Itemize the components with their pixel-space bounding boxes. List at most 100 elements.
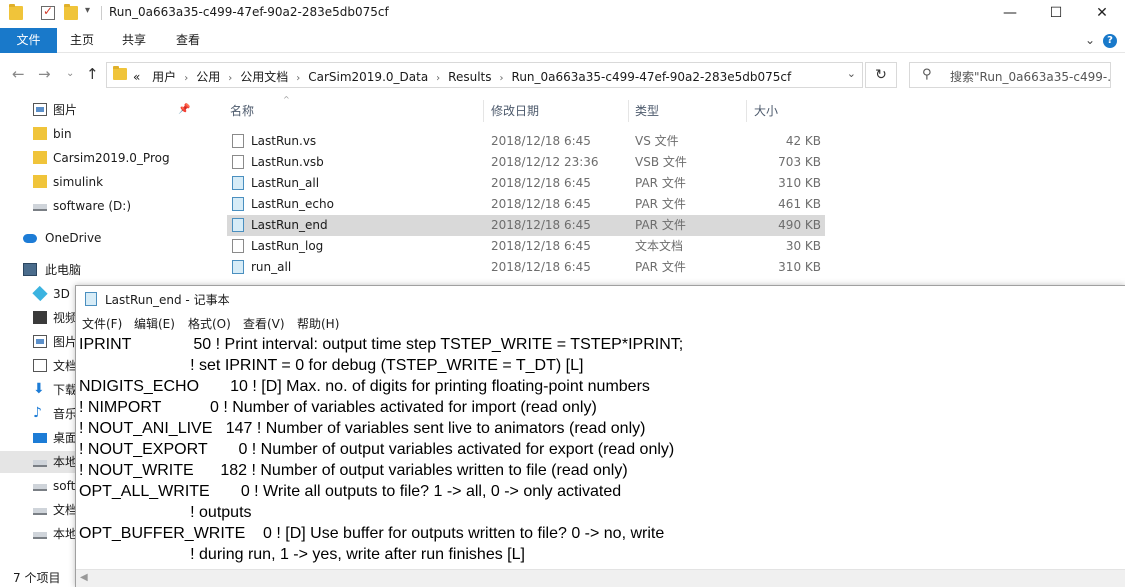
picture-icon [33,103,47,116]
table-row[interactable]: LastRun.vsb 2018/12/12 23:36 VSB 文件 703 … [227,152,825,173]
search-icon: ⚲ [922,67,932,82]
chevron-right-icon[interactable]: › [228,73,232,84]
search-placeholder: 搜索"Run_0a663a35-c499-... [950,70,1110,84]
close-button[interactable]: ✕ [1079,0,1125,28]
breadcrumb-item[interactable]: CarSim2019.0_Data [308,70,428,84]
text-line: ! outputs [79,504,252,521]
search-input[interactable]: ⚲ 搜索"Run_0a663a35-c499-... [909,62,1111,88]
drive-icon [33,532,47,539]
file-size: 310 KB [778,176,821,190]
text-line: ! NOUT_WRITE 182 ! Number of output vari… [79,462,628,479]
tab-home[interactable]: 主页 [58,28,106,53]
notepad-titlebar[interactable]: LastRun_end - 记事本 [76,286,1125,312]
notepad-window[interactable]: LastRun_end - 记事本 文件(F) 编辑(E) 格式(O) 查看(V… [75,285,1125,587]
desktop-icon [33,433,47,443]
text-line: OPT_ALL_WRITE 0 ! Write all outputs to f… [79,483,622,500]
pin-icon[interactable]: 📌 [178,99,190,121]
address-bar[interactable]: « 用户 › 公用 › 公用文档 › CarSim2019.0_Data › Results › R… [106,62,863,88]
column-header-type[interactable]: 类型 [635,100,659,122]
file-type: PAR 文件 [635,197,686,211]
breadcrumb-item[interactable]: Run_0a663a35-c499-47ef-90a2-283e5db075cf [512,70,792,84]
table-row[interactable]: LastRun_log 2018/12/18 6:45 文本文档 30 KB [227,236,825,257]
refresh-button[interactable]: ↻ [865,62,897,88]
properties-icon[interactable] [41,4,55,20]
horizontal-scrollbar[interactable]: ◀ [76,569,1125,587]
table-row[interactable]: run_all 2018/12/18 6:45 PAR 文件 310 KB [227,257,825,278]
table-row[interactable]: LastRun_all 2018/12/18 6:45 PAR 文件 310 K… [227,173,825,194]
nav-item-pictures[interactable]: 图片 📌 [0,99,210,121]
nav-item-bin[interactable]: bin [0,123,210,145]
table-row[interactable]: LastRun_echo 2018/12/18 6:45 PAR 文件 461 … [227,194,825,215]
table-row-selected[interactable]: LastRun_end 2018/12/18 6:45 PAR 文件 490 K… [227,215,825,236]
menu-help[interactable]: 帮助(H) [297,315,339,332]
file-date: 2018/12/18 6:45 [491,197,591,211]
sort-indicator-icon: ^ [283,95,290,104]
folder-icon[interactable] [9,4,23,20]
drive-icon [33,460,47,467]
chevron-right-icon[interactable]: › [436,73,440,84]
breadcrumb-item[interactable]: 公用 [196,70,220,84]
chevron-right-icon[interactable]: › [500,73,504,84]
music-icon: ♪ [33,405,42,421]
file-date: 2018/12/18 6:45 [491,260,591,274]
text-line: ! NIMPORT 0 ! Number of variables activa… [79,399,597,416]
up-icon[interactable]: ↑ [86,65,99,83]
quick-access-dropdown-icon[interactable]: ▾ [85,5,90,16]
menu-format[interactable]: 格式(O) [188,315,231,332]
nav-item-label: 文档 [53,503,78,517]
new-folder-icon[interactable] [64,4,78,20]
nav-item-label: OneDrive [45,231,102,245]
scroll-left-icon[interactable]: ◀ [80,572,88,583]
breadcrumb-item[interactable]: 公用文档 [240,70,288,84]
tab-share[interactable]: 共享 [110,28,158,53]
file-name: LastRun_echo [251,197,334,211]
tab-file[interactable]: 文件 [0,28,57,53]
notepad-text-area[interactable]: IPRINT 50 ! Print interval: output time … [76,334,1125,569]
drive-icon [33,204,47,211]
chevron-right-icon[interactable]: › [296,73,300,84]
address-dropdown-icon[interactable]: ⌄ [847,67,856,80]
text-line: ! NOUT_EXPORT 0 ! Number of output varia… [79,441,675,458]
nav-item-label: 此电脑 [45,263,82,277]
file-name: run_all [251,260,292,274]
breadcrumb-item[interactable]: 用户 [152,70,176,84]
file-icon [232,134,244,148]
chevron-right-icon[interactable]: › [184,73,188,84]
menu-edit[interactable]: 编辑(E) [134,315,175,332]
notepad-icon [85,292,97,306]
help-icon[interactable]: ? [1103,34,1117,48]
nav-item-simulink[interactable]: simulink [0,171,210,193]
forward-icon[interactable]: → [38,65,51,83]
breadcrumb-overflow[interactable]: « [133,70,140,84]
breadcrumb-item[interactable]: Results [448,70,491,84]
file-date: 2018/12/12 23:36 [491,155,599,169]
nav-item-software-d[interactable]: software (D:) [0,195,210,217]
minimize-button[interactable]: — [987,0,1033,28]
text-line: ! NOUT_ANI_LIVE 147 ! Number of variable… [79,420,646,437]
menu-file[interactable]: 文件(F) [82,315,122,332]
file-size: 30 KB [785,239,821,253]
column-divider[interactable] [483,100,484,122]
column-header-date[interactable]: 修改日期 [491,100,539,122]
notepad-file-icon [232,176,244,190]
menu-view[interactable]: 查看(V) [243,315,285,332]
tab-view[interactable]: 查看 [164,28,212,53]
file-type: 文本文档 [635,239,684,253]
expand-ribbon-icon[interactable]: ⌄ [1085,33,1095,47]
nav-item-carsim-prog[interactable]: Carsim2019.0_Prog [0,147,210,169]
back-icon[interactable]: ← [12,65,25,83]
text-line: NDIGITS_ECHO 10 ! [D] Max. no. of digits… [79,378,650,395]
text-line: ! during run, 1 -> yes, write after run … [79,546,525,563]
column-divider[interactable] [628,100,629,122]
nav-item-onedrive[interactable]: OneDrive [0,227,210,249]
table-row[interactable]: LastRun.vs 2018/12/18 6:45 VS 文件 42 KB [227,131,825,152]
nav-item-this-pc[interactable]: 此电脑 [0,259,210,281]
file-size: 703 KB [778,155,821,169]
column-divider[interactable] [746,100,747,122]
column-header-size[interactable]: 大小 [754,100,778,122]
picture-icon [33,335,47,348]
recent-locations-icon[interactable]: ⌄ [66,68,74,79]
file-date: 2018/12/18 6:45 [491,239,591,253]
maximize-button[interactable]: ☐ [1033,0,1079,28]
column-header-name[interactable]: 名称 [230,100,254,122]
